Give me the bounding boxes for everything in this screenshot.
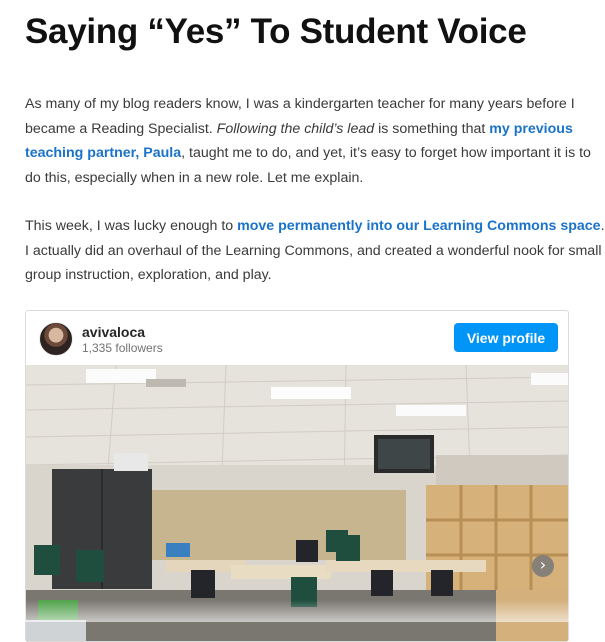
intro-italic: Following the child’s lead — [216, 120, 375, 137]
commons-text-1: This week, I was lucky enough to — [25, 218, 238, 234]
learning-commons-paragraph: This week, I was lucky enough to move pe… — [25, 214, 605, 288]
post-title: Saying “Yes” To Student Voice — [25, 12, 527, 51]
instagram-embed: avivaloca 1,335 followers View profile › — [25, 310, 569, 642]
classroom-photo[interactable] — [26, 365, 568, 642]
learning-commons-link[interactable]: move permanently into our Learning Commo… — [237, 218, 600, 234]
view-profile-button[interactable]: View profile — [454, 323, 558, 352]
embed-followers: 1,335 followers — [82, 341, 163, 355]
avatar[interactable] — [39, 322, 73, 356]
embed-username[interactable]: avivaloca — [82, 324, 145, 340]
intro-paragraph: As many of my blog readers know, I was a… — [25, 92, 605, 190]
chevron-right-icon[interactable]: › — [532, 555, 554, 577]
intro-text-2: is something that — [374, 120, 490, 137]
